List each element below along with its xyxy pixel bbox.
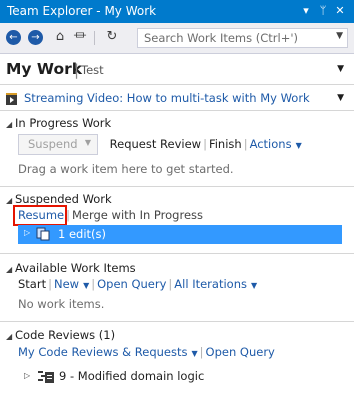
available-empty-text: No work items. <box>18 297 105 311</box>
pipe-separator: | <box>243 137 248 151</box>
close-icon[interactable]: ✕ <box>333 4 347 18</box>
expand-triangle-icon[interactable]: ▷ <box>24 371 30 380</box>
pipe-separator: | <box>48 277 52 291</box>
project-context: Test <box>81 63 104 77</box>
open-query-link[interactable]: Open Query <box>97 277 166 291</box>
header-separator: | <box>74 61 80 79</box>
section-in-progress-header[interactable]: ◢ In Progress Work <box>6 116 111 130</box>
in-progress-hint: Drag a work item here to get started. <box>18 162 234 176</box>
divider <box>0 110 354 111</box>
reviews-open-query-link[interactable]: Open Query <box>206 345 275 359</box>
search-placeholder: Search Work Items (Ctrl+') <box>144 31 298 45</box>
in-progress-actions: Suspend ▼ Request Review | Finish | Actions ▼ <box>18 134 302 155</box>
suspend-label: Suspend <box>28 137 78 151</box>
back-icon[interactable]: ← <box>6 30 21 45</box>
section-title: In Progress Work <box>15 116 112 130</box>
page-title[interactable]: My Work <box>6 60 82 78</box>
forward-icon[interactable]: → <box>28 30 43 45</box>
resume-highlight-box <box>13 205 67 226</box>
window-menu-dropdown-icon[interactable]: ▾ <box>299 4 313 18</box>
finish-link[interactable]: Finish <box>209 137 242 151</box>
section-title: Code Reviews (1) <box>15 328 116 342</box>
code-review-item-row[interactable]: ▷ 9 - Modified domain logic <box>22 368 342 386</box>
code-review-icon <box>38 371 54 383</box>
refresh-icon[interactable]: ↻ <box>104 29 120 45</box>
available-actions: Start | New ▼ | Open Query | All Iterations ▼ <box>18 277 257 291</box>
shelveset-icon <box>36 227 50 241</box>
collapse-triangle-icon[interactable]: ◢ <box>6 332 15 341</box>
new-menu[interactable]: New <box>54 277 79 291</box>
actions-menu[interactable]: Actions <box>250 137 292 151</box>
search-input[interactable]: Search Work Items (Ctrl+') ▼ <box>137 28 348 48</box>
search-dropdown-icon[interactable]: ▼ <box>336 31 343 41</box>
video-icon <box>6 93 17 105</box>
pin-icon[interactable]: ᛘ <box>316 4 330 18</box>
suspended-item-row[interactable]: ▷ 1 edit(s) <box>18 225 342 244</box>
page-menu-dropdown-icon[interactable]: ▼ <box>337 64 344 74</box>
suspend-button[interactable]: Suspend ▼ <box>18 134 98 155</box>
home-icon[interactable]: ⌂ <box>52 29 68 45</box>
start-link[interactable]: Start <box>18 277 46 291</box>
divider <box>0 186 354 187</box>
code-review-actions: My Code Reviews & Requests ▼ | Open Query <box>18 345 275 359</box>
window-title: Team Explorer - My Work <box>7 4 157 18</box>
title-bar: Team Explorer - My Work ▾ ᛘ ✕ <box>0 0 354 23</box>
video-row: Streaming Video: How to multi-task with … <box>6 91 348 107</box>
all-iterations-menu[interactable]: All Iterations <box>174 277 247 291</box>
streaming-video-link[interactable]: Streaming Video: How to multi-task with … <box>24 91 310 105</box>
divider <box>0 84 354 85</box>
section-code-reviews-header[interactable]: ◢ Code Reviews (1) <box>6 328 115 342</box>
code-review-item-label: 9 - Modified domain logic <box>59 369 205 383</box>
collapse-triangle-icon[interactable]: ◢ <box>6 120 15 129</box>
request-review-link[interactable]: Request Review <box>110 137 201 151</box>
toolbar: ← → ⌂ ⏛ ↻ Search Work Items (Ctrl+') ▼ <box>0 23 354 54</box>
expand-triangle-icon[interactable]: ▷ <box>24 228 30 237</box>
actions-dropdown-icon[interactable]: ▼ <box>292 141 302 150</box>
pipe-separator: | <box>203 137 207 151</box>
collapse-triangle-icon[interactable]: ◢ <box>6 196 15 205</box>
page-header: My Work | Test ▼ <box>0 54 354 84</box>
merge-with-in-progress-link[interactable]: Merge with In Progress <box>72 208 203 222</box>
iterations-dropdown-icon[interactable]: ▼ <box>247 281 257 290</box>
suspend-dropdown-icon[interactable]: ▼ <box>85 138 91 147</box>
suspended-item-label: 1 edit(s) <box>58 227 107 241</box>
pipe-separator: | <box>199 345 204 359</box>
section-suspended-header[interactable]: ◢ Suspended Work <box>6 192 112 206</box>
reviews-dropdown-icon[interactable]: ▼ <box>188 349 198 358</box>
new-dropdown-icon[interactable]: ▼ <box>79 281 89 290</box>
video-dropdown-icon[interactable]: ▼ <box>337 93 344 103</box>
section-title: Suspended Work <box>15 192 112 206</box>
collapse-triangle-icon[interactable]: ◢ <box>6 265 15 274</box>
connect-plug-icon[interactable]: ⏛ <box>72 29 88 45</box>
divider <box>0 321 354 322</box>
section-available-header[interactable]: ◢ Available Work Items <box>6 261 136 275</box>
toolbar-separator <box>94 31 95 45</box>
divider <box>0 253 354 254</box>
section-title: Available Work Items <box>15 261 136 275</box>
pipe-separator: | <box>91 277 96 291</box>
my-code-reviews-menu[interactable]: My Code Reviews & Requests <box>18 345 188 359</box>
